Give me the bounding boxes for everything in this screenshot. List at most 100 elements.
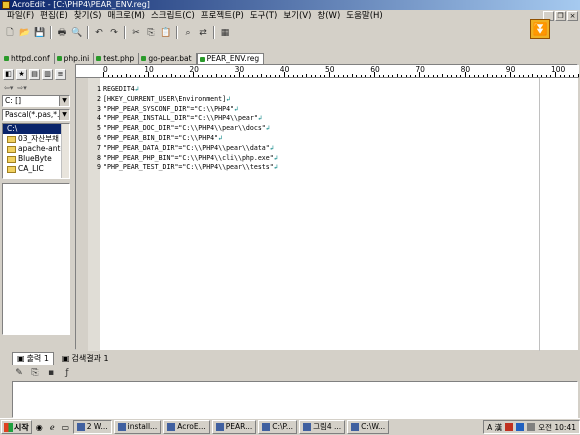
new-file-icon[interactable]: 🗋 — [3, 26, 17, 40]
folder-item[interactable]: apache-ant- — [3, 144, 69, 154]
ruler-tick — [179, 75, 181, 77]
tab-output[interactable]: ▣ 출력 1 — [12, 352, 54, 365]
menu-tools[interactable]: 도구(T) — [247, 10, 280, 23]
file-icon — [141, 56, 147, 61]
code-line[interactable]: "PHP_PEAR_DOC_DIR"="C:\\PHP4\\pear\\docs… — [103, 124, 270, 133]
ruler-tick — [414, 75, 416, 77]
code-line[interactable]: "PHP_PEAR_TEST_DIR"="C:\\PHP4\\pear\\tes… — [103, 163, 278, 172]
folder-item[interactable]: BlueByte — [3, 154, 69, 164]
folder-item[interactable]: CA_LIC — [3, 164, 69, 174]
copy-icon[interactable]: ⎘ — [144, 26, 158, 40]
menu-macro[interactable]: 매크로(M) — [105, 10, 148, 23]
drive-select[interactable]: C: [] ▼ — [2, 95, 70, 107]
filter-select[interactable]: Pascal(*.pas,*.d ▼ — [2, 109, 70, 121]
taskbar-label: 2 W... — [86, 422, 108, 431]
antivirus-icon[interactable] — [505, 423, 514, 431]
firefox-icon[interactable]: ◉ — [34, 422, 45, 433]
code-line[interactable]: "PHP_PEAR_DATA_DIR"="C:\\PHP4\\pear\\dat… — [103, 144, 274, 153]
taskbar-item[interactable]: 2 W... — [72, 420, 112, 434]
code-line[interactable]: "PHP_PEAR_SYSCONF_DIR"="C:\\PHP4"↲ — [103, 105, 238, 114]
ruler-tick — [550, 75, 552, 77]
ie-icon[interactable]: ℯ — [47, 422, 58, 433]
taskbar-item[interactable]: install... — [113, 420, 162, 434]
menu-window[interactable]: 창(W) — [314, 10, 343, 23]
code-line[interactable]: "PHP_PEAR_PHP_BIN"="C:\\PHP4\\cli\\php.e… — [103, 154, 278, 163]
font-icon[interactable]: ƒ — [60, 366, 74, 380]
taskbar-item[interactable]: PEAR... — [211, 420, 257, 434]
ruler-tick — [405, 75, 407, 77]
find-icon[interactable]: ⌕ — [181, 26, 195, 40]
chevron-down-icon[interactable]: ▼ — [59, 96, 69, 106]
print-preview-icon[interactable]: 🔍 — [70, 26, 84, 40]
project-icon[interactable]: ▤ — [29, 69, 40, 80]
output-area[interactable] — [12, 381, 578, 418]
start-button[interactable]: 시작 — [1, 420, 32, 434]
copy-output-icon[interactable]: ⎘ — [28, 366, 42, 380]
network-icon[interactable] — [516, 423, 525, 431]
taskbar-item[interactable]: C:\W... — [347, 420, 390, 434]
folder-item[interactable]: 03_자산부채 — [3, 134, 69, 144]
close-icon[interactable]: × — [567, 11, 578, 21]
text-area[interactable]: REGEDIT4↲ [HKEY_CURRENT_USER\Environment]… — [101, 78, 579, 351]
code-line[interactable]: "PHP_PEAR_INSTALL_DIR"="C:\\PHP4\\pear"↲ — [103, 114, 262, 123]
clear-output-icon[interactable]: ✎ — [12, 366, 26, 380]
editor-pane[interactable]: 0 10 20 30 40 50 60 70 80 90 100 REGEDIT4↲ [HKEY_CU… — [75, 64, 579, 351]
line-number: 6 — [97, 134, 101, 142]
tab-label: httpd.conf — [11, 53, 50, 63]
tab-test-php[interactable]: test.php — [94, 53, 140, 64]
restore-icon[interactable]: ❐ — [555, 11, 566, 21]
menu-view[interactable]: 보기(V) — [280, 10, 314, 23]
stop-icon[interactable]: ▪ — [44, 366, 58, 380]
ruler-tick — [473, 75, 475, 77]
tab-go-pear-bat[interactable]: go-pear.bat — [139, 53, 197, 64]
tab-search-results[interactable]: ▣ 검색결과 1 — [58, 352, 113, 365]
code-line[interactable]: "PHP_PEAR_BIN_DIR"="C:\\PHP4"↲ — [103, 134, 222, 143]
print-icon[interactable]: 🖶 — [55, 26, 69, 40]
taskbar-item[interactable]: 그림4 ... — [299, 420, 346, 434]
menu-file[interactable]: 파일(F) — [4, 10, 37, 23]
menu-edit[interactable]: 편집(E) — [37, 10, 71, 23]
code-line[interactable]: [HKEY_CURRENT_USER\Environment]↲ — [103, 95, 230, 104]
redo-icon[interactable]: ↷ — [107, 26, 121, 40]
macro-icon[interactable]: ▦ — [218, 26, 232, 40]
tab-httpd-conf[interactable]: httpd.conf — [2, 53, 55, 64]
favorites-icon[interactable]: ★ — [16, 69, 27, 80]
save-icon[interactable]: 💾 — [33, 26, 47, 40]
code-line[interactable]: REGEDIT4↲ — [103, 85, 139, 94]
taskbar-item[interactable]: C:\P... — [258, 420, 298, 434]
taskbar-item[interactable]: AcroE... — [163, 420, 210, 434]
clip-icon[interactable]: ▥ — [42, 69, 53, 80]
menu-script[interactable]: 스크립트(C) — [148, 10, 198, 23]
list-icon[interactable]: ≡ — [55, 69, 66, 80]
tab-php-ini[interactable]: php.ini — [55, 53, 95, 64]
menu-project[interactable]: 프로젝트(P) — [198, 10, 247, 23]
file-icon — [4, 56, 9, 61]
ruler-tick — [387, 75, 389, 77]
desktop-icon[interactable]: ▭ — [60, 422, 71, 433]
ruler-tick — [175, 75, 177, 77]
menu-help[interactable]: 도움말(H) — [343, 10, 385, 23]
folder-scrollbar[interactable] — [61, 124, 69, 178]
cut-icon[interactable]: ✂ — [129, 26, 143, 40]
explorer-icon[interactable]: ◧ — [3, 69, 14, 80]
forward-icon[interactable]: ⇨▾ — [17, 84, 26, 92]
folder-item-root[interactable]: C:\ — [3, 124, 69, 134]
open-folder-icon[interactable]: 📂 — [18, 26, 32, 40]
line-number: 4 — [97, 114, 101, 123]
ruler-tick — [256, 75, 258, 77]
double-chevron-down-icon[interactable]: ⏬ — [530, 19, 550, 39]
ruler-tick — [396, 74, 398, 77]
paste-icon[interactable]: 📋 — [159, 26, 173, 40]
back-icon[interactable]: ⇦▾ — [4, 84, 13, 92]
menu-search[interactable]: 찾기(S) — [71, 10, 105, 23]
volume-icon[interactable] — [527, 423, 536, 431]
chevron-down-icon[interactable]: ▼ — [59, 110, 69, 120]
undo-icon[interactable]: ↶ — [92, 26, 106, 40]
line-end-icon: ↲ — [218, 134, 223, 142]
ime-indicator[interactable]: A 漢 — [487, 422, 502, 433]
start-label: 시작 — [14, 422, 29, 432]
ruler-tick — [197, 75, 199, 77]
file-list[interactable] — [2, 183, 70, 335]
replace-icon[interactable]: ⇄ — [196, 26, 210, 40]
tab-pear-env-reg[interactable]: PEAR_ENV.reg — [196, 53, 265, 64]
